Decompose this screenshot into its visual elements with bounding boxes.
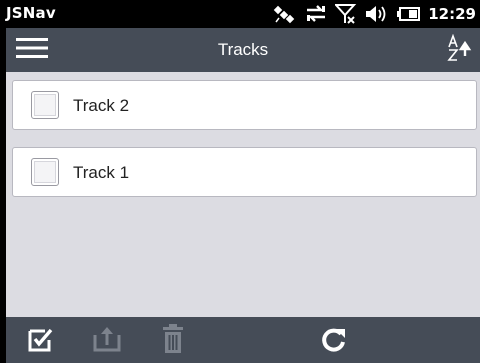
no-signal-icon — [335, 3, 357, 25]
track-item[interactable]: Track 2 — [12, 80, 477, 130]
track-label: Track 1 — [73, 163, 130, 182]
data-transfer-icon — [305, 4, 327, 24]
delete-button[interactable] — [156, 324, 190, 358]
app-name: JSNav — [6, 4, 56, 22]
status-bar: JSNav 12:29 — [0, 0, 480, 28]
sort-button[interactable] — [442, 33, 476, 66]
select-all-checkbox-icon — [28, 326, 54, 356]
sort-az-ascending-icon — [445, 33, 473, 66]
title-bar: Tracks — [6, 28, 480, 72]
track-list: Track 2 Track 1 — [12, 80, 477, 214]
speaker-icon — [365, 4, 389, 24]
trash-icon — [161, 324, 185, 358]
export-button[interactable] — [90, 324, 124, 358]
bottom-toolbar — [6, 317, 480, 363]
track-checkbox[interactable] — [31, 158, 59, 186]
page-title: Tracks — [217, 40, 269, 59]
satellite-icon — [273, 4, 297, 24]
select-all-button[interactable] — [24, 324, 58, 358]
export-icon — [92, 325, 122, 357]
track-list-area: Track 2 Track 1 — [6, 72, 480, 317]
track-checkbox[interactable] — [31, 91, 59, 119]
track-item[interactable]: Track 1 — [12, 147, 477, 197]
refresh-button[interactable] — [317, 324, 351, 358]
app-window: JSNav 12:29 Tracks Track 2 Track 1 — [0, 0, 480, 363]
refresh-icon — [320, 325, 348, 357]
track-label: Track 2 — [73, 96, 130, 115]
status-icons: 12:29 — [265, 0, 480, 28]
clock: 12:29 — [428, 5, 476, 23]
battery-icon — [397, 6, 421, 22]
